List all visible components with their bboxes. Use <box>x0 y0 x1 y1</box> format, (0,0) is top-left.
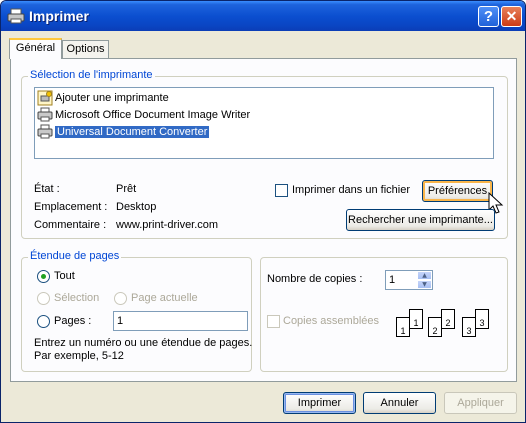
collate-page: 2 <box>441 309 455 329</box>
collate-label: Copies assemblées <box>283 315 379 327</box>
collate-page: 1 <box>409 309 423 329</box>
all-pages-radio[interactable] <box>37 270 50 283</box>
status-label: État : <box>34 183 60 195</box>
find-printer-button[interactable]: Rechercher une imprimante... <box>346 209 495 231</box>
list-item[interactable]: Ajouter une imprimante <box>37 90 169 106</box>
printer-selection-legend: Sélection de l'imprimante <box>28 69 155 81</box>
help-icon: ? <box>483 8 494 25</box>
spin-down-icon[interactable]: ▼ <box>417 280 432 289</box>
print-button[interactable]: Imprimer <box>283 392 356 414</box>
window-title: Imprimer <box>29 8 89 24</box>
add-printer-icon <box>37 90 53 106</box>
page-range-hint-line2: Par exemple, 5-12 <box>34 350 124 362</box>
close-icon: ✕ <box>505 8 518 24</box>
tab-general[interactable]: Général <box>9 38 62 59</box>
all-pages-label[interactable]: Tout <box>54 270 75 282</box>
collate-page: 3 <box>462 317 476 337</box>
page-range-hint-line1: Entrez un numéro ou une étendue de pages… <box>34 337 253 349</box>
collate-page: 3 <box>475 309 489 329</box>
spin-up-icon[interactable]: ▲ <box>417 271 432 280</box>
page-range-legend: Étendue de pages <box>28 250 122 262</box>
printer-icon <box>7 8 25 24</box>
current-page-label: Page actuelle <box>131 292 198 304</box>
status-value: Prêt <box>116 183 137 195</box>
pages-label[interactable]: Pages : <box>54 315 91 327</box>
printer-name: Microsoft Office Document Image Writer <box>55 109 251 121</box>
printer-icon <box>37 124 53 139</box>
copies-spinner[interactable]: ▲ ▼ <box>417 271 432 289</box>
location-label: Emplacement : <box>34 201 108 213</box>
print-to-file-label[interactable]: Imprimer dans un fichier <box>292 184 410 196</box>
current-page-radio[interactable] <box>114 292 127 305</box>
print-to-file-checkbox[interactable] <box>275 184 288 197</box>
comment-value: www.print-driver.com <box>116 219 219 231</box>
pages-radio[interactable] <box>37 315 50 328</box>
list-item[interactable]: Universal Document Converter <box>37 124 210 140</box>
close-button[interactable]: ✕ <box>501 6 522 27</box>
printer-name: Universal Document Converter <box>55 126 210 138</box>
help-button[interactable]: ? <box>478 6 499 27</box>
list-item[interactable]: Microsoft Office Document Image Writer <box>37 107 250 123</box>
printer-name: Ajouter une imprimante <box>55 92 169 104</box>
title-bar[interactable]: Imprimer ? ✕ <box>1 1 525 31</box>
cancel-button[interactable]: Annuler <box>363 392 436 414</box>
preferences-button[interactable]: Préférences <box>422 180 493 202</box>
comment-label: Commentaire : <box>34 219 107 231</box>
printer-icon <box>37 107 53 122</box>
selection-label: Sélection <box>54 292 100 304</box>
printer-list[interactable]: Ajouter une imprimante Microsoft Office … <box>34 87 494 159</box>
tab-options[interactable]: Options <box>62 40 109 58</box>
selection-radio[interactable] <box>37 292 50 305</box>
collate-page: 2 <box>428 317 442 337</box>
apply-button[interactable]: Appliquer <box>444 392 517 414</box>
collate-checkbox[interactable] <box>267 315 280 328</box>
print-dialog: Imprimer ? ✕ Général Options Sélection d… <box>0 0 526 423</box>
copies-count-label: Nombre de copies : <box>267 273 363 285</box>
collate-page: 1 <box>396 317 410 337</box>
location-value: Desktop <box>116 201 157 213</box>
pages-input[interactable]: 1 <box>113 311 248 331</box>
